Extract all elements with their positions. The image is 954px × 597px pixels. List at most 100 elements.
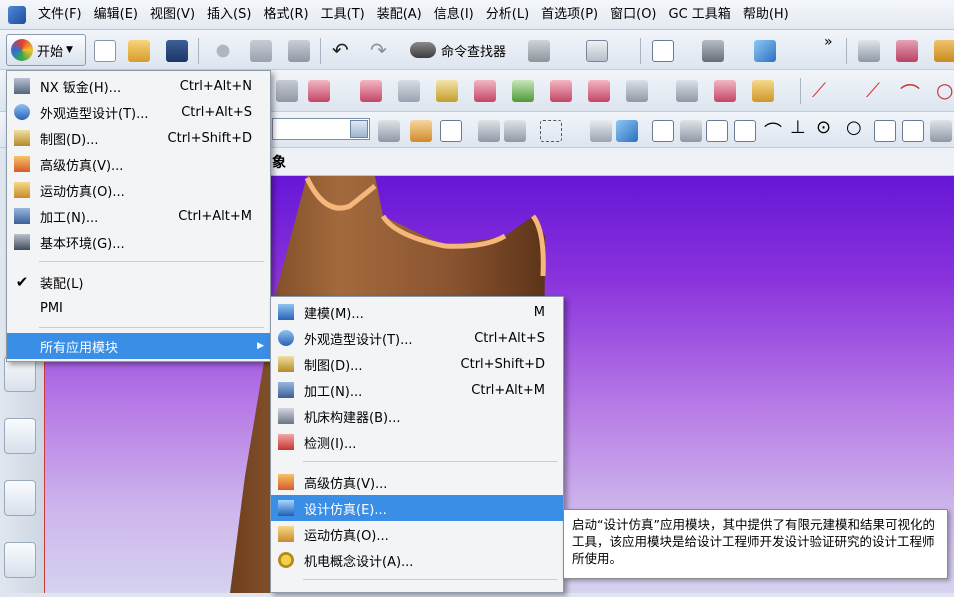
snap-view-icon[interactable] [528,40,550,62]
menu-item-inspection[interactable]: 检测(I)... [271,429,563,455]
line-2-icon[interactable]: ⟋ [866,78,880,102]
menu-item-design-simulation[interactable]: 设计仿真(E)... [271,495,563,521]
body-select-icon[interactable] [590,120,612,142]
snap-tangent-icon[interactable]: ⌒ [764,118,782,144]
split-body-icon[interactable] [676,80,698,102]
snap-end-icon[interactable] [652,120,674,142]
menu-gc-toolbox[interactable]: GC 工具箱 [663,0,737,30]
menu-file[interactable]: 文件(F) [32,0,88,30]
menu-help[interactable]: 帮助(H) [737,0,795,30]
type-filter-combo[interactable] [272,118,370,140]
new-file-icon[interactable] [94,40,116,62]
menu-item-pmi[interactable]: PMI [7,295,270,321]
undo-icon[interactable]: ↶ [332,38,349,62]
menu-item-label: 装配(L) [40,276,84,292]
arc-icon[interactable]: ⌒ [900,78,920,107]
menu-item-mechatronics-concept[interactable]: 机电概念设计(A)... [271,547,563,573]
menu-format[interactable]: 格式(R) [257,0,314,30]
toolbar-separator [320,38,321,64]
component-select-icon[interactable] [616,120,638,142]
fit-view-icon[interactable] [652,40,674,62]
menu-item-gateway[interactable]: 基本环境(G)... [7,229,270,255]
menu-item-advanced-simulation[interactable]: 高级仿真(V)... [271,469,563,495]
menu-item-manufacturing[interactable]: 加工(N)... Ctrl+Alt+M [271,377,563,403]
web-browser-tab[interactable] [4,480,36,516]
view-orient-icon[interactable] [754,40,776,62]
line-icon[interactable]: ⟋ [812,78,826,102]
menu-item-motion-simulation[interactable]: 运动仿真(O)... [271,521,563,547]
history-tab[interactable] [4,542,36,578]
snap-center-icon[interactable]: ⊙ [816,117,831,138]
menu-item-motion-simulation[interactable]: 运动仿真(O)... [7,177,270,203]
menu-item-assemblies[interactable]: ✔ 装配(L) [7,269,270,295]
snap-bounded-icon[interactable] [930,120,952,142]
copy-icon[interactable] [250,40,272,62]
menu-item-all-applications[interactable]: 所有应用模块 ▶ [7,333,270,359]
redo-icon[interactable]: ↷ [370,38,387,62]
circle-icon[interactable]: ○ [936,78,953,102]
menu-item-manufacturing[interactable]: 加工(N)... Ctrl+Alt+M [7,203,270,229]
blend-icon[interactable] [360,80,382,102]
wcs-icon[interactable] [896,40,918,62]
sew-icon[interactable] [588,80,610,102]
draft-icon[interactable] [474,80,496,102]
menu-insert[interactable]: 插入(S) [201,0,257,30]
menu-item-shape-studio[interactable]: 外观造型设计(T)... Ctrl+Alt+S [271,325,563,351]
offset-face-icon[interactable] [626,80,648,102]
menu-window[interactable]: 窗口(O) [604,0,662,30]
snap-mid-icon[interactable] [680,120,702,142]
menu-edit[interactable]: 编辑(E) [88,0,144,30]
select-all-icon[interactable] [440,120,462,142]
select-icon[interactable] [378,120,400,142]
menu-info[interactable]: 信息(I) [428,0,480,30]
menu-item-label: PMI [40,300,63,316]
menu-item-machine-tool-builder[interactable]: 机床构建器(B)... [271,403,563,429]
save-icon[interactable] [166,40,188,62]
menu-analysis[interactable]: 分析(L) [480,0,535,30]
pattern-icon[interactable] [512,80,534,102]
menu-tools[interactable]: 工具(T) [315,0,371,30]
chamfer-icon[interactable] [308,80,330,102]
show-hide-icon[interactable] [504,120,526,142]
snap-quadrant-icon[interactable]: ○ [846,117,862,138]
snap-point-icon[interactable] [478,120,500,142]
menu-item-drafting[interactable]: 制图(D)... Ctrl+Shift+D [7,125,270,151]
viewport-tab-label[interactable]: 象 [272,152,286,172]
menu-assembly[interactable]: 装配(A) [371,0,428,30]
shell-icon[interactable] [398,80,420,102]
scale-body-icon[interactable] [714,80,736,102]
menu-view[interactable]: 视图(V) [144,0,201,30]
open-folder-icon[interactable] [128,40,150,62]
render-style-icon[interactable] [702,40,724,62]
system-info-tab[interactable] [4,418,36,454]
hole-icon[interactable] [436,80,458,102]
snap-intersect-icon[interactable] [734,120,756,142]
menu-preferences[interactable]: 首选项(P) [535,0,604,30]
rectangle-select-icon[interactable] [540,120,562,142]
toolbar-overflow-icon[interactable]: » [824,34,833,50]
snap-perpendicular-icon[interactable]: ⊥ [790,117,806,138]
start-button[interactable]: 开始 ▼ [6,34,86,66]
menu-item-sheet-metal[interactable]: NX 钣金(H)... Ctrl+Alt+N [7,73,270,99]
snap-point-on-face-icon[interactable] [902,120,924,142]
information-icon[interactable] [586,40,608,62]
menu-item-modeling[interactable]: 建模(M)... M [271,299,563,325]
thicken-icon[interactable] [752,80,774,102]
trim-body-icon[interactable] [550,80,572,102]
snap-point-on-curve-icon[interactable] [874,120,896,142]
layer-icon[interactable] [858,40,880,62]
command-finder-button[interactable]: 命令查找器 [410,38,506,62]
snap-control-icon[interactable] [706,120,728,142]
shape-studio-icon [14,104,30,120]
chevron-down-icon [350,120,368,138]
cut-icon[interactable] [212,40,234,62]
menu-item-drafting[interactable]: 制图(D)... Ctrl+Shift+D [271,351,563,377]
menu-item-shape-studio[interactable]: 外观造型设计(T)... Ctrl+Alt+S [7,99,270,125]
menu-item-shortcut: Ctrl+Shift+D [460,356,545,372]
filter-icon[interactable] [410,120,432,142]
menu-item-advanced-simulation[interactable]: 高级仿真(V)... [7,151,270,177]
paste-icon[interactable] [288,40,310,62]
move-object-icon[interactable] [934,40,954,62]
app-logo-icon [8,5,26,24]
extract-icon[interactable] [276,80,298,102]
